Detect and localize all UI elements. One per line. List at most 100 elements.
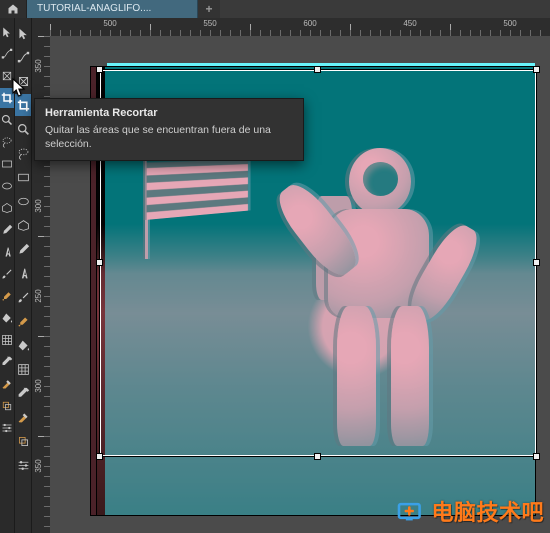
eraser-tool[interactable]: [0, 374, 14, 394]
ruler-v-label: 300: [34, 199, 43, 212]
deform-tool-2[interactable]: [15, 70, 31, 92]
clone-icon: [1, 400, 13, 412]
airbrush-tool[interactable]: [0, 286, 14, 306]
rectangle-tool-2[interactable]: [15, 166, 31, 188]
ruler-v-label: 250: [34, 289, 43, 302]
fill-tool[interactable]: [0, 308, 14, 328]
polygon-icon: [1, 202, 13, 214]
shape-tool-2[interactable]: [15, 214, 31, 236]
deform-icon: [1, 70, 13, 82]
rectangle-icon: [17, 171, 30, 184]
ruler-h-label: 550: [203, 19, 216, 28]
ruler-v-label: 300: [34, 379, 43, 392]
text-icon: [1, 246, 13, 258]
pointer-icon: [17, 27, 30, 40]
airbrush-tool-2[interactable]: [15, 310, 31, 332]
sliders-icon: [1, 422, 13, 434]
polygon-icon: [17, 219, 30, 232]
document-tab-label: TUTORIAL-ANAGLIFO....: [37, 0, 151, 18]
crop-icon: [1, 92, 13, 104]
ellipse-icon: [1, 180, 13, 192]
freehand-select-tool[interactable]: [0, 132, 14, 152]
bucket-icon: [1, 312, 13, 324]
eyedropper-icon: [17, 387, 30, 400]
node-icon: [17, 51, 30, 64]
canvas-area: 500550600450500 350300300250300350: [32, 18, 550, 533]
pen-tool-2[interactable]: [15, 238, 31, 260]
deform-tool[interactable]: [0, 66, 14, 86]
ruler-h-ticks: [50, 18, 550, 36]
ruler-h-label: 500: [103, 19, 116, 28]
magnifier-icon: [1, 114, 13, 126]
tab-bar: TUTORIAL-ANAGLIFO.... +: [0, 0, 550, 18]
tooltip-body: Quitar las áreas que se encuentran fuera…: [45, 123, 293, 151]
ruler-h-label: 450: [403, 19, 416, 28]
home-icon: [7, 3, 19, 15]
plus-icon: +: [205, 2, 212, 16]
pen-tool[interactable]: [0, 220, 14, 240]
rectangle-tool[interactable]: [0, 154, 14, 174]
pen-icon: [17, 243, 30, 256]
crop-icon: [17, 99, 30, 112]
text-tool-2[interactable]: [15, 262, 31, 284]
pattern-fill-tool[interactable]: [0, 330, 14, 350]
airbrush-icon: [1, 290, 13, 302]
brush-icon: [1, 268, 13, 280]
text-icon: [17, 267, 30, 280]
eyedropper-tool-2[interactable]: [15, 382, 31, 404]
tooltip-title: Herramienta Recortar: [45, 106, 293, 121]
deform-icon: [17, 75, 30, 88]
move-tool[interactable]: [0, 22, 14, 42]
zoom-tool-2[interactable]: [15, 118, 31, 140]
clone-icon: [17, 435, 30, 448]
ruler-h-label: 500: [503, 19, 516, 28]
ruler-corner: [32, 18, 51, 37]
node-edit-tool[interactable]: [0, 44, 14, 64]
toolbox-secondary: [15, 18, 32, 533]
freehand-select-tool-2[interactable]: [15, 142, 31, 164]
document-tab-active[interactable]: TUTORIAL-ANAGLIFO....: [27, 0, 198, 18]
eraser-icon: [1, 378, 13, 390]
home-tab[interactable]: [0, 0, 27, 18]
airbrush-icon: [17, 315, 30, 328]
move-tool-2[interactable]: [15, 22, 31, 44]
ruler-horizontal[interactable]: 500 550 600 450 500: [50, 18, 550, 37]
ellipse-tool-2[interactable]: [15, 190, 31, 212]
crop-tool-2[interactable]: [15, 94, 31, 116]
ruler-h-label: 600: [303, 19, 316, 28]
shape-tool[interactable]: [0, 198, 14, 218]
brush-tool-2[interactable]: [15, 286, 31, 308]
options-tool-2[interactable]: [15, 454, 31, 476]
app-root: TUTORIAL-ANAGLIFO.... +: [0, 0, 550, 533]
crop-tool[interactable]: [0, 88, 14, 108]
clone-tool-2[interactable]: [15, 430, 31, 452]
brush-tool[interactable]: [0, 264, 14, 284]
eyedropper-tool[interactable]: [0, 352, 14, 372]
text-tool[interactable]: [0, 242, 14, 262]
bucket-icon: [17, 339, 30, 352]
pattern-fill-tool-2[interactable]: [15, 358, 31, 380]
body-row: 500550600450500 350300300250300350: [0, 18, 550, 533]
add-tab-button[interactable]: +: [198, 0, 220, 18]
node-edit-tool-2[interactable]: [15, 46, 31, 68]
ruler-v-label: 350: [34, 459, 43, 472]
eraser-tool-2[interactable]: [15, 406, 31, 428]
lasso-icon: [1, 136, 13, 148]
rectangle-icon: [1, 158, 13, 170]
pen-icon: [1, 224, 13, 236]
ruler-v-label: 350: [34, 59, 43, 72]
lasso-icon: [17, 147, 30, 160]
pointer-icon: [1, 26, 13, 38]
node-icon: [1, 48, 13, 60]
zoom-tool[interactable]: [0, 110, 14, 130]
tooltip: Herramienta Recortar Quitar las áreas qu…: [34, 98, 304, 161]
toolbox-primary: [0, 18, 15, 533]
clone-tool[interactable]: [0, 396, 14, 416]
fill-tool-2[interactable]: [15, 334, 31, 356]
options-tool[interactable]: [0, 418, 14, 438]
pattern-icon: [1, 334, 13, 346]
ellipse-icon: [17, 195, 30, 208]
ellipse-tool[interactable]: [0, 176, 14, 196]
eraser-icon: [17, 411, 30, 424]
pattern-icon: [17, 363, 30, 376]
